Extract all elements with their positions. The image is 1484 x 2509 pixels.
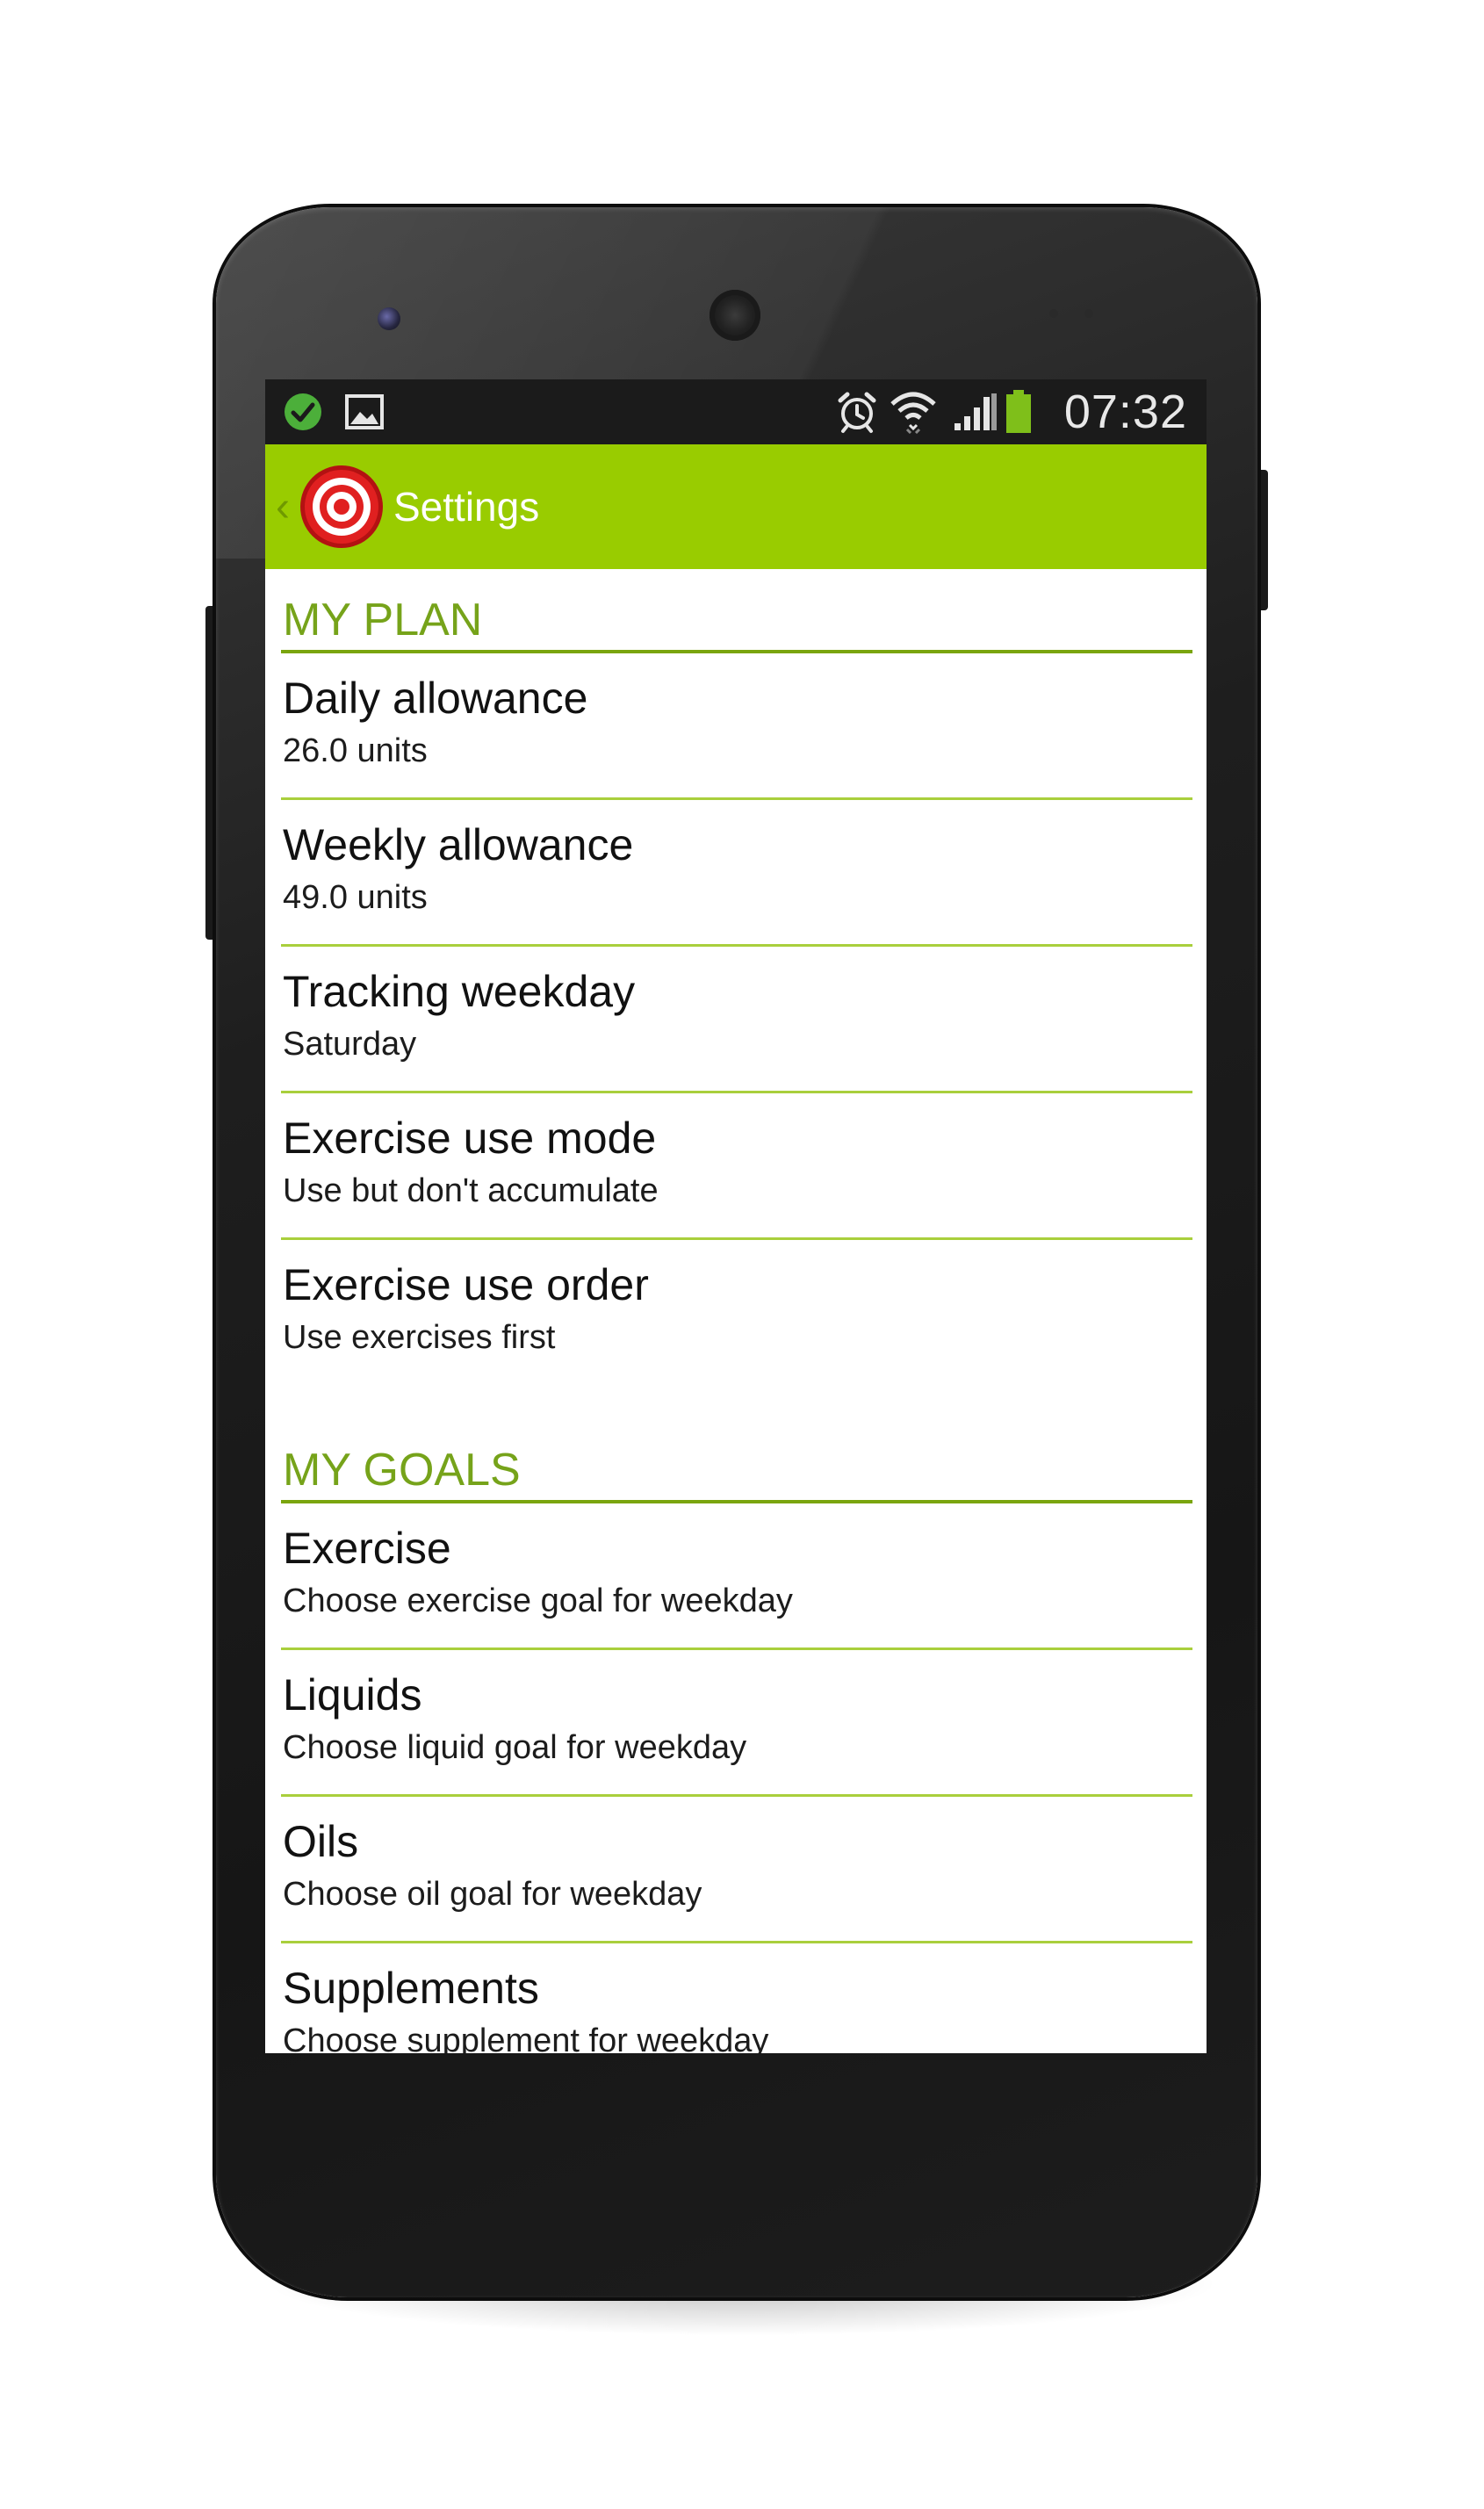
pref-title: Liquids — [283, 1670, 422, 1720]
pref-title: Weekly allowance — [283, 820, 634, 869]
pref-summary: Saturday — [283, 1026, 417, 1063]
action-bar: ‹ Settings — [265, 444, 1207, 569]
section-header-label: MY PLAN — [283, 595, 483, 645]
pref-exercise-goal[interactable]: Exercise Choose exercise goal for weekda… — [281, 1503, 1192, 1650]
pref-summary: Use but don't accumulate — [283, 1172, 659, 1209]
battery-icon — [1001, 390, 1036, 433]
device-stage: 07:32 ‹ Settings MY PLAN Daily allowance… — [0, 0, 1484, 2509]
pref-summary: 26.0 units — [283, 732, 428, 769]
front-camera — [378, 307, 400, 330]
wifi-icon — [889, 392, 938, 434]
section-header-my-plan: MY PLAN — [281, 569, 1192, 653]
alarm-icon — [834, 392, 880, 433]
up-caret-icon[interactable]: ‹ — [276, 487, 290, 529]
pref-exercise-use-mode[interactable]: Exercise use mode Use but don't accumula… — [281, 1093, 1192, 1240]
pref-title: Exercise — [283, 1524, 451, 1573]
pref-weekly-allowance[interactable]: Weekly allowance 49.0 units — [281, 800, 1192, 947]
pref-tracking-weekday[interactable]: Tracking weekday Saturday — [281, 947, 1192, 1093]
image-icon — [342, 392, 386, 432]
power-button — [1256, 470, 1268, 610]
signal-icon — [952, 392, 999, 432]
pref-title: Daily allowance — [283, 674, 588, 723]
earpiece-speaker — [710, 290, 760, 341]
pref-summary: Choose oil goal for weekday — [283, 1876, 702, 1913]
preference-list[interactable]: MY PLAN Daily allowance 26.0 units Weekl… — [265, 569, 1207, 2053]
pref-daily-allowance[interactable]: Daily allowance 26.0 units — [281, 653, 1192, 800]
pref-summary: Choose liquid goal for weekday — [283, 1729, 747, 1766]
pref-title: Tracking weekday — [283, 967, 636, 1016]
screen: 07:32 ‹ Settings MY PLAN Daily allowance… — [265, 379, 1207, 2053]
target-icon[interactable] — [299, 464, 385, 550]
status-bar: 07:32 — [265, 379, 1207, 444]
light-sensor — [1084, 309, 1093, 318]
pref-summary: Choose supplement for weekday — [283, 2022, 769, 2053]
screen-title: Settings — [393, 484, 540, 530]
pref-title: Supplements — [283, 1964, 539, 2013]
pref-title: Exercise use order — [283, 1260, 649, 1309]
pref-summary: Choose exercise goal for weekday — [283, 1583, 793, 1619]
section-header-my-goals: MY GOALS — [281, 1419, 1192, 1503]
proximity-sensor — [1049, 309, 1058, 318]
check-circle-icon — [281, 392, 325, 432]
pref-exercise-use-order[interactable]: Exercise use order Use exercises first — [281, 1240, 1192, 1384]
pref-liquids-goal[interactable]: Liquids Choose liquid goal for weekday — [281, 1650, 1192, 1797]
pref-summary: Use exercises first — [283, 1319, 556, 1356]
pref-summary: 49.0 units — [283, 879, 428, 916]
pref-title: Oils — [283, 1817, 359, 1866]
section-header-label: MY GOALS — [283, 1445, 521, 1496]
pref-title: Exercise use mode — [283, 1114, 657, 1163]
clock-time: 07:32 — [1063, 386, 1187, 438]
pref-supplements-goal[interactable]: Supplements Choose supplement for weekda… — [281, 1943, 1192, 2053]
pref-oils-goal[interactable]: Oils Choose oil goal for weekday — [281, 1797, 1192, 1943]
